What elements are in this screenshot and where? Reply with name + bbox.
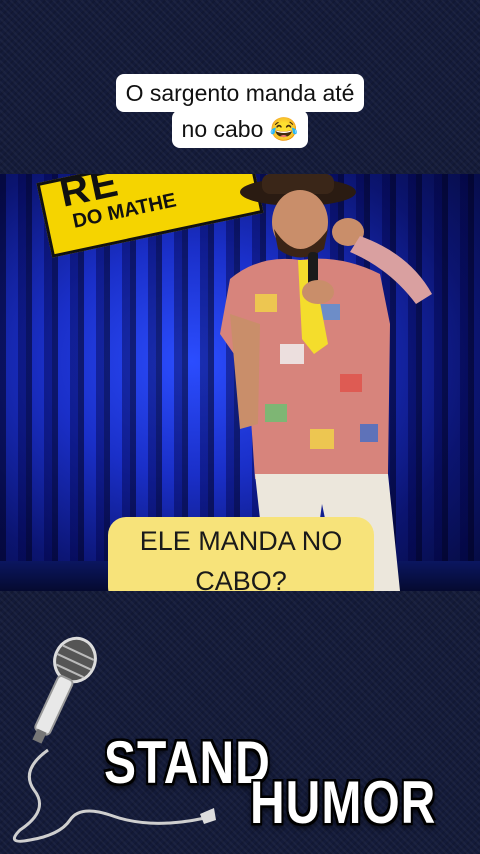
subtitle-bubble: ELE MANDA NO CABO? <box>108 517 374 591</box>
caption-line-2: no cabo 😂 <box>171 110 309 148</box>
brand-word-humor: HUMOR <box>250 770 437 837</box>
subtitle-line-1: ELE MANDA NO <box>139 526 343 556</box>
caption: O sargento manda até no cabo 😂 <box>0 74 480 148</box>
video-frame[interactable]: RE DO MATHE ELE MANDA NO CABO? <box>0 174 480 591</box>
subtitle-line-2: CABO? <box>195 566 287 591</box>
caption-line-1: O sargento manda até <box>115 74 365 112</box>
brand-word-stand: STAND <box>104 730 271 797</box>
